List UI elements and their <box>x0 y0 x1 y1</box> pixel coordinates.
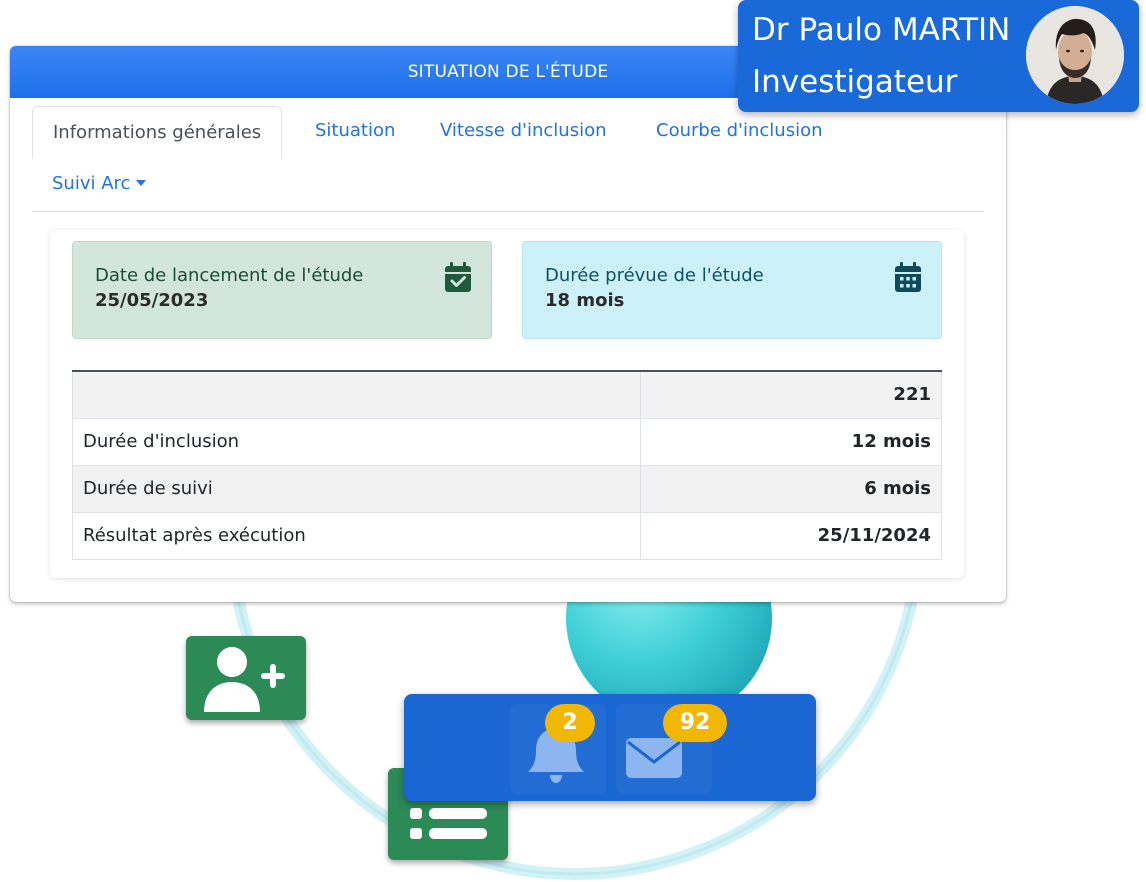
table-header-label <box>72 370 641 419</box>
notification-bar <box>404 694 816 801</box>
study-info-table: 221 Durée d'inclusion 12 mois Durée de s… <box>72 370 942 560</box>
tab-suivi-arc-dropdown[interactable]: Suivi Arc <box>52 173 147 194</box>
notifications-count-badge: 2 <box>545 704 595 742</box>
tab-situation[interactable]: Situation <box>315 120 395 141</box>
user-role: Investigateur <box>752 64 958 100</box>
add-user-button[interactable] <box>186 636 306 720</box>
table-row: Durée d'inclusion 12 mois <box>72 417 942 466</box>
info-card: Date de lancement de l'étude 25/05/2023 … <box>50 230 964 578</box>
row-label: Durée de suivi <box>72 464 641 513</box>
user-plus-icon <box>204 647 285 712</box>
caret-down-icon <box>136 179 147 186</box>
table-row: Durée de suivi 6 mois <box>72 464 942 513</box>
planned-duration-card: Durée prévue de l'étude 18 mois <box>522 241 942 339</box>
row-label: Durée d'inclusion <box>72 417 641 466</box>
calendar-check-icon <box>445 262 471 292</box>
table-row: Résultat après exécution 25/11/2024 <box>72 511 942 560</box>
launch-date-card: Date de lancement de l'étude 25/05/2023 <box>72 241 492 339</box>
launch-date-label: Date de lancement de l'étude <box>95 265 364 286</box>
planned-duration-value: 18 mois <box>545 290 625 311</box>
tab-informations-generales[interactable]: Informations générales <box>32 106 283 159</box>
table-header-row: 221 <box>72 370 942 419</box>
tab-courbe-inclusion[interactable]: Courbe d'inclusion <box>656 120 823 141</box>
launch-date-value: 25/05/2023 <box>95 290 209 311</box>
tab-vitesse-inclusion[interactable]: Vitesse d'inclusion <box>440 120 607 141</box>
tab-suivi-arc-label: Suivi Arc <box>52 173 131 194</box>
study-situation-panel: SITUATION DE L'ÉTUDE Informations généra… <box>10 46 1006 602</box>
tab-bar: Informations générales Situation Vitesse… <box>32 106 984 212</box>
messages-count-badge: 92 <box>663 704 727 742</box>
row-value: 25/11/2024 <box>640 511 942 560</box>
row-value: 12 mois <box>640 417 942 466</box>
user-avatar-icon <box>1026 6 1124 104</box>
calendar-days-icon <box>895 262 921 292</box>
table-header-value: 221 <box>640 370 942 419</box>
row-value: 6 mois <box>640 464 942 513</box>
user-name: Dr Paulo MARTIN <box>752 12 1011 48</box>
planned-duration-label: Durée prévue de l'étude <box>545 265 764 286</box>
user-badge[interactable]: Dr Paulo MARTIN Investigateur <box>738 0 1139 112</box>
row-label: Résultat après exécution <box>72 511 641 560</box>
